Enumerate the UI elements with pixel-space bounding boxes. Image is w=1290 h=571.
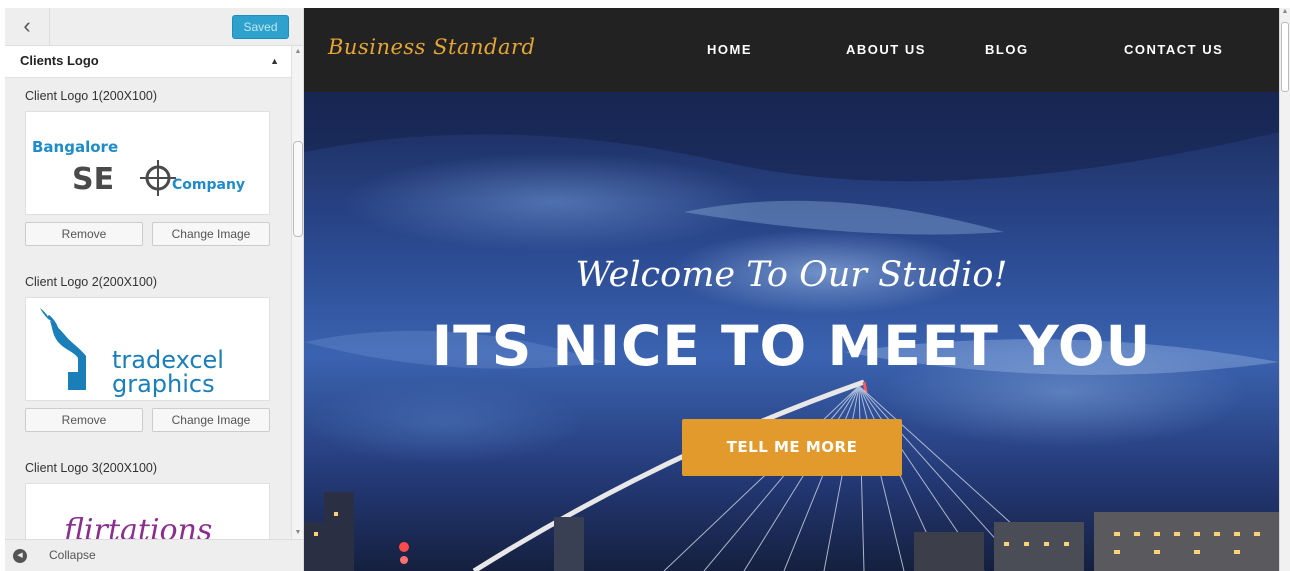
svg-text:flirtations: flirtations — [62, 513, 212, 539]
flirtations-logo-image: flirtations — [62, 513, 212, 539]
nav-item-blog[interactable]: BLOG — [985, 42, 1029, 57]
logo-settings-panel: Client Logo 1(200X100) Bangalore SE Comp… — [5, 78, 291, 539]
remove-logo-2-button[interactable]: Remove — [25, 408, 143, 432]
hero-subtitle: Welcome To Our Studio! — [575, 255, 1008, 295]
collapse-button[interactable]: ◀ Collapse — [5, 539, 303, 571]
hero-title: ITS NICE TO MEET YOU — [431, 314, 1152, 378]
saved-button[interactable]: Saved — [232, 15, 289, 39]
change-image-logo-2-button[interactable]: Change Image — [152, 408, 270, 432]
nav-item-contact-us[interactable]: CONTACT US — [1124, 42, 1223, 57]
nav-item-about-us[interactable]: ABOUT US — [846, 42, 926, 57]
scroll-up-arrow-icon[interactable]: ▲ — [1280, 8, 1290, 20]
tell-me-more-button[interactable]: TELL ME MORE — [682, 419, 902, 476]
client-logo-2-group: Client Logo 2(200X100) tradexcel graphic… — [25, 272, 271, 434]
bangalore-seo-logo-image: Bangalore SE Company — [32, 138, 245, 197]
site-brand-logo[interactable]: Business Standard — [328, 35, 535, 59]
client-logo-1-actions: Remove Change Image — [25, 222, 271, 248]
client-logo-3-label: Client Logo 3(200X100) — [25, 461, 158, 475]
client-logo-3-group: Client Logo 3(200X100) flirtations — [25, 458, 271, 539]
svg-text:SE: SE — [72, 162, 114, 197]
section-title: Clients Logo — [20, 53, 99, 68]
site-header: Business Standard HOME ABOUT US BLOG CON… — [304, 8, 1279, 92]
svg-text:Company: Company — [172, 177, 245, 193]
preview-scroll-thumb[interactable] — [1281, 22, 1289, 92]
client-logo-1-label: Client Logo 1(200X100) — [25, 89, 158, 103]
client-logo-2-actions: Remove Change Image — [25, 408, 271, 434]
tradexcel-logo-image: tradexcel graphics — [40, 308, 224, 398]
sidebar-scrollbar[interactable]: ▲ ▼ — [291, 46, 303, 539]
client-logo-3-preview[interactable]: flirtations — [25, 483, 270, 539]
customizer-sidebar: ‹ Saved Clients Logo ▲ Client Logo 1(200… — [5, 8, 304, 571]
sidebar-scroll-thumb[interactable] — [293, 141, 303, 237]
preview-scrollbar[interactable]: ▲ — [1279, 8, 1290, 571]
client-logo-1-group: Client Logo 1(200X100) Bangalore SE Comp… — [25, 86, 271, 248]
chevron-left-icon: ‹ — [23, 13, 31, 38]
svg-text:Bangalore: Bangalore — [32, 138, 118, 156]
nav-item-home[interactable]: HOME — [707, 42, 752, 57]
scroll-up-arrow-icon[interactable]: ▲ — [293, 46, 303, 58]
change-image-logo-1-button[interactable]: Change Image — [152, 222, 270, 246]
hero-section: Welcome To Our Studio! ITS NICE TO MEET … — [304, 92, 1279, 571]
collapse-arrow-icon: ◀ — [13, 549, 27, 563]
svg-text:graphics: graphics — [112, 370, 215, 398]
customizer-topbar: ‹ Saved — [5, 8, 303, 46]
client-logo-1-preview[interactable]: Bangalore SE Company — [25, 111, 270, 215]
collapse-label: Collapse — [49, 548, 96, 562]
client-logo-2-preview[interactable]: tradexcel graphics — [25, 297, 270, 401]
client-logo-2-label: Client Logo 2(200X100) — [25, 275, 158, 289]
screen: ‹ Saved Clients Logo ▲ Client Logo 1(200… — [0, 0, 1290, 571]
back-button[interactable]: ‹ — [5, 8, 50, 46]
section-header-clients-logo[interactable]: Clients Logo ▲ — [5, 46, 291, 78]
scroll-down-arrow-icon[interactable]: ▼ — [293, 527, 303, 539]
remove-logo-1-button[interactable]: Remove — [25, 222, 143, 246]
collapse-arrow-icon[interactable]: ▲ — [270, 56, 279, 66]
site-preview: Business Standard HOME ABOUT US BLOG CON… — [304, 8, 1279, 571]
